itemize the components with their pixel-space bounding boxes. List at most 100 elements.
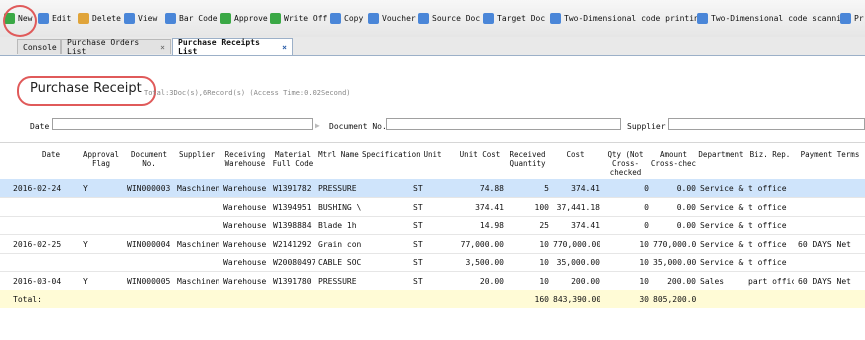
approve-button[interactable]: Approve — [220, 10, 268, 26]
column-header[interactable]: Unit Cost — [455, 150, 505, 159]
column-header[interactable]: Receiving Warehouse — [220, 150, 270, 168]
toolbar-button-label: Pr — [854, 13, 864, 23]
table-cell: 2016-02-24 — [13, 184, 62, 193]
column-header[interactable]: Amount Cross-chec — [650, 150, 697, 168]
total-row: Total: 160 843,390.00 30 805,200.00 — [0, 290, 865, 308]
table-cell: 374.41 — [571, 184, 600, 193]
column-header[interactable]: Department — [697, 150, 745, 159]
table-cell: Y — [83, 239, 88, 249]
column-header[interactable]: Qty (Not Cross-checked — [601, 150, 650, 177]
total-value: 30 — [639, 295, 649, 304]
table-cell: t office — [748, 258, 787, 267]
table-cell: 10 — [639, 239, 649, 249]
column-header[interactable]: Biz. Rep. — [745, 150, 795, 159]
close-icon[interactable]: × — [160, 43, 165, 52]
table-cell: W200804970 — [273, 258, 315, 267]
two-dimensional-code-printing-button[interactable]: Two-Dimensional code printing — [550, 10, 704, 26]
table-cell: t office — [748, 202, 787, 212]
table-cell: WIN000005 — [127, 276, 171, 286]
copy-icon — [330, 12, 341, 24]
toolbar-button-label: Voucher — [382, 13, 416, 23]
table-cell: ST — [413, 276, 423, 286]
tab-purchase-receipts-list[interactable]: Purchase Receipts List × — [172, 38, 293, 56]
table-cell: ST — [413, 239, 423, 249]
table-cell: 770,000.00 — [653, 239, 696, 249]
table-row[interactable]: Warehouse W1394951 BUSHING \ % ST 374.41 100 3… — [0, 198, 865, 217]
write-off-button[interactable]: Write Off — [270, 10, 327, 26]
column-header[interactable]: Document No. — [124, 150, 174, 168]
view-button[interactable]: View — [124, 10, 157, 26]
table-cell: ST — [413, 202, 423, 212]
table-cell: Y — [83, 276, 88, 286]
table-row[interactable]: Warehouse W200804970CABLE SOCKE ST 3,500.00… — [0, 253, 865, 272]
table-cell: Y — [83, 184, 88, 193]
tab-label: Purchase Orders List — [67, 38, 140, 56]
column-header[interactable]: Specification — [362, 150, 421, 159]
column-header[interactable]: Received Quantity — [505, 150, 550, 168]
two-dimensional-code-scanning-button[interactable]: Two-Dimensional code scanning — [697, 10, 851, 26]
delete-button[interactable]: Delete — [78, 10, 121, 26]
table-cell: Warehouse — [223, 202, 267, 212]
column-header[interactable]: Mtrl Name — [315, 150, 362, 159]
column-header[interactable]: Approval Flag — [80, 150, 122, 168]
column-header[interactable]: Supplier — [174, 150, 220, 159]
tab-console[interactable]: Console — [17, 39, 61, 54]
table-cell: 5 — [544, 184, 549, 193]
table-cell: ST — [413, 184, 423, 193]
source-doc-button[interactable]: Source Doc — [418, 10, 480, 26]
table-row[interactable]: Warehouse W1398884 Blade 1h 4 ST 14.98 25 374.… — [0, 216, 865, 235]
table-cell: Grain condi — [318, 239, 361, 249]
edit-icon — [38, 12, 49, 24]
table-cell: Warehouse — [223, 221, 267, 230]
tab-purchase-orders-list[interactable]: Purchase Orders List × — [61, 38, 171, 56]
table-cell: W1394951 — [273, 202, 312, 212]
date-field[interactable] — [52, 118, 313, 130]
column-header[interactable]: Material Full Code — [270, 150, 316, 168]
table-cell: 2016-03-04 — [13, 276, 62, 286]
document-no-field[interactable] — [386, 118, 621, 130]
voucher-button[interactable]: Voucher — [368, 10, 416, 26]
column-header[interactable]: Cost — [550, 150, 601, 159]
bar-code-button[interactable]: Bar Code — [165, 10, 218, 26]
table-cell: Warehouse — [223, 258, 267, 267]
toolbar-button-label: Write Off — [284, 13, 328, 23]
table-cell: 35,000.00 — [653, 258, 696, 267]
table-row[interactable]: 2016-02-25 Y WIN000004 Maschinenfa Warehouse… — [0, 235, 865, 254]
date-label: Date — [30, 122, 50, 131]
table-cell: 0.00 — [676, 184, 696, 193]
table-cell: 200.00 — [571, 276, 600, 286]
table-cell: 0 — [644, 184, 649, 193]
edit-button[interactable]: Edit — [38, 10, 71, 26]
toolbar-button-label: Approve — [234, 13, 268, 23]
table-cell: 10 — [639, 276, 649, 286]
table-cell: 60 DAYS Net — [798, 239, 851, 249]
table-cell: 0 — [644, 221, 649, 230]
table-cell: Blade 1h 4 — [318, 221, 361, 230]
table-cell: 10 — [539, 258, 549, 267]
qr-print-icon — [550, 12, 561, 24]
table-cell: BUSHING \ % — [318, 202, 361, 212]
pr-button[interactable]: Pr — [840, 10, 864, 26]
table-cell: 0.00 — [676, 202, 696, 212]
close-icon[interactable]: × — [282, 43, 287, 52]
table-cell: Service & Spar — [700, 221, 744, 230]
table-cell: 374.41 — [475, 202, 504, 212]
table-row[interactable]: 2016-02-24 Y WIN000003 Maschinenfa Warehouse… — [0, 179, 865, 198]
table-cell: CABLE SOCKE — [318, 258, 361, 267]
column-header[interactable]: Payment Terms — [795, 150, 865, 159]
table-cell: Maschinenfa — [177, 184, 219, 193]
table-cell: 0 — [644, 202, 649, 212]
copy-button[interactable]: Copy — [330, 10, 363, 26]
table-row[interactable]: 2016-03-04 Y WIN000005 Maschinenfa Warehouse… — [0, 272, 865, 291]
supplier-field[interactable] — [668, 118, 865, 130]
target-doc-icon — [483, 12, 494, 24]
total-value: 160 — [534, 295, 549, 304]
page-title: Purchase Receipt — [30, 81, 142, 96]
table-cell: 770,000.00 — [553, 239, 600, 249]
column-header[interactable]: Unit — [410, 150, 455, 159]
table-cell: 77,000.00 — [460, 239, 504, 249]
approve-icon — [220, 12, 231, 24]
table-cell: W1391780 — [273, 276, 312, 286]
column-header[interactable]: Date — [22, 150, 80, 159]
target-doc-button[interactable]: Target Doc — [483, 10, 545, 26]
